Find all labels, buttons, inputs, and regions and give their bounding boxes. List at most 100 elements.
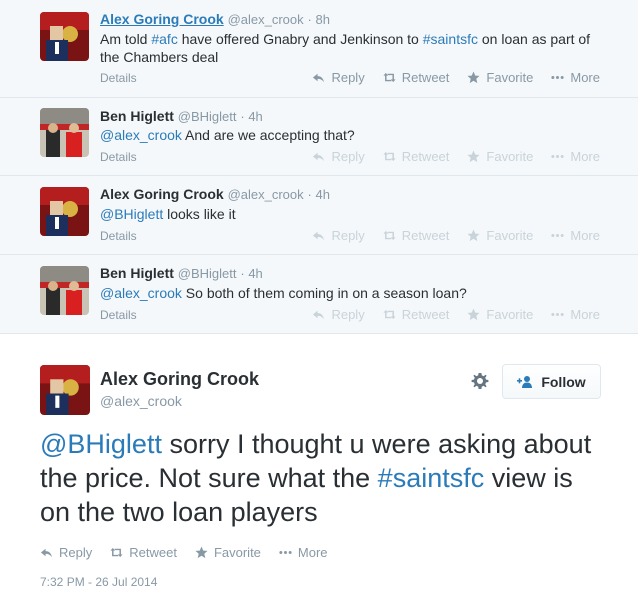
hashtag-link[interactable]: #saintsfc	[378, 463, 485, 493]
reply-button[interactable]: Reply	[312, 149, 365, 164]
more-button[interactable]: More	[551, 70, 600, 85]
tweet-actions: Reply Retweet Favorite More	[312, 307, 600, 322]
avatar[interactable]	[40, 12, 89, 61]
tweet-time[interactable]: · 8h	[308, 12, 330, 27]
mention-link[interactable]: @alex_crook	[100, 285, 182, 301]
hashtag-link[interactable]: #afc	[151, 31, 177, 47]
retweet-button[interactable]: Retweet	[383, 307, 450, 322]
reply-button[interactable]: Reply	[312, 228, 365, 243]
favorite-button[interactable]: Favorite	[467, 307, 533, 322]
star-icon	[467, 71, 480, 84]
favorite-label: Favorite	[486, 307, 534, 322]
star-icon	[195, 546, 208, 559]
mention-link[interactable]: @BHiglett	[40, 429, 162, 459]
main-tweet: Alex Goring Crook @alex_crook Follow @BH…	[0, 335, 638, 594]
reply-button[interactable]: Reply	[40, 545, 92, 560]
author-name[interactable]: Ben Higlett	[100, 265, 174, 281]
thread-tweet: Alex Goring Crook @alex_crook · 4h @BHig…	[0, 176, 638, 255]
reply-label: Reply	[331, 228, 365, 243]
retweet-button[interactable]: Retweet	[383, 228, 450, 243]
retweet-icon	[383, 230, 396, 241]
favorite-label: Favorite	[486, 228, 534, 243]
more-label: More	[570, 149, 600, 164]
reply-icon	[40, 548, 53, 558]
star-icon	[467, 229, 480, 242]
reply-icon	[313, 231, 325, 241]
retweet-icon	[383, 309, 396, 320]
tweet-time[interactable]: · 4h	[308, 187, 330, 202]
reply-icon	[313, 310, 325, 320]
retweet-icon	[110, 547, 123, 558]
retweet-label: Retweet	[401, 307, 450, 322]
reply-label: Reply	[331, 307, 365, 322]
reply-icon	[313, 73, 325, 83]
gear-icon[interactable]	[470, 371, 490, 391]
reply-label: Reply	[331, 70, 365, 85]
more-button[interactable]: More	[551, 149, 600, 164]
retweet-label: Retweet	[401, 149, 450, 164]
more-dots-icon	[551, 313, 565, 316]
follow-label: Follow	[541, 373, 586, 390]
tweet-time[interactable]: · 4h	[240, 266, 262, 281]
details-link[interactable]: Details	[100, 308, 137, 322]
author-handle[interactable]: @BHiglett	[178, 109, 237, 124]
author-name[interactable]: Alex Goring Crook	[100, 369, 259, 390]
author-name[interactable]: Alex Goring Crook	[100, 186, 224, 202]
reply-button[interactable]: Reply	[312, 70, 365, 85]
retweet-button[interactable]: Retweet	[110, 545, 177, 560]
avatar[interactable]	[40, 187, 89, 236]
avatar[interactable]	[40, 108, 89, 157]
retweet-button[interactable]: Retweet	[383, 70, 450, 85]
details-link[interactable]: Details	[100, 71, 137, 85]
tweet-text-segment: And are we accepting that?	[181, 127, 355, 143]
favorite-label: Favorite	[486, 149, 534, 164]
tweet-text: @BHiglett looks like it	[100, 205, 610, 223]
author-handle[interactable]: @alex_crook	[100, 393, 182, 409]
tweet-text: @BHiglett sorry I thought u were asking …	[40, 427, 600, 529]
author-handle[interactable]: @alex_crook	[228, 187, 304, 202]
retweet-label: Retweet	[129, 545, 177, 560]
reply-button[interactable]: Reply	[312, 307, 365, 322]
tweet-actions: Reply Retweet Favorite More	[40, 545, 328, 560]
reply-label: Reply	[59, 545, 93, 560]
thread-tweet: Alex Goring Crook @alex_crook · 8h Am to…	[0, 0, 638, 98]
retweet-button[interactable]: Retweet	[383, 149, 450, 164]
tweet-header: Ben Higlett @BHiglett · 4h	[100, 108, 263, 124]
favorite-label: Favorite	[213, 545, 261, 560]
conversation-thread: Alex Goring Crook @alex_crook · 8h Am to…	[0, 0, 638, 334]
follow-button[interactable]: Follow	[502, 364, 601, 399]
more-button[interactable]: More	[551, 307, 600, 322]
avatar[interactable]	[40, 266, 89, 315]
thread-tweet: Ben Higlett @BHiglett · 4h @alex_crook A…	[0, 98, 638, 176]
retweet-icon	[383, 151, 396, 162]
author-handle[interactable]: @BHiglett	[178, 266, 237, 281]
hashtag-link[interactable]: #saintsfc	[423, 31, 478, 47]
thread-tweet: Ben Higlett @BHiglett · 4h @alex_crook S…	[0, 255, 638, 334]
retweet-label: Retweet	[401, 70, 450, 85]
favorite-button[interactable]: Favorite	[467, 70, 533, 85]
author-name[interactable]: Alex Goring Crook	[100, 11, 224, 27]
tweet-timestamp[interactable]: 7:32 PM - 26 Jul 2014	[40, 575, 157, 589]
retweet-label: Retweet	[401, 228, 450, 243]
more-label: More	[570, 70, 600, 85]
avatar[interactable]	[40, 365, 90, 415]
favorite-button[interactable]: Favorite	[467, 228, 533, 243]
more-button[interactable]: More	[279, 545, 328, 560]
more-button[interactable]: More	[551, 228, 600, 243]
mention-link[interactable]: @BHiglett	[100, 206, 163, 222]
more-label: More	[570, 228, 600, 243]
mention-link[interactable]: @alex_crook	[100, 127, 182, 143]
tweet-header: Alex Goring Crook @alex_crook · 4h	[100, 186, 330, 202]
tweet-time[interactable]: · 4h	[240, 109, 262, 124]
reply-label: Reply	[331, 149, 365, 164]
tweet-header: Ben Higlett @BHiglett · 4h	[100, 265, 263, 281]
author-name[interactable]: Ben Higlett	[100, 108, 174, 124]
tweet-actions: Reply Retweet Favorite More	[312, 70, 600, 85]
author-handle[interactable]: @alex_crook	[228, 12, 304, 27]
tweet-text: @alex_crook And are we accepting that?	[100, 126, 610, 144]
details-link[interactable]: Details	[100, 150, 137, 164]
details-link[interactable]: Details	[100, 229, 137, 243]
more-dots-icon	[551, 155, 565, 158]
favorite-button[interactable]: Favorite	[467, 149, 533, 164]
favorite-button[interactable]: Favorite	[195, 545, 261, 560]
